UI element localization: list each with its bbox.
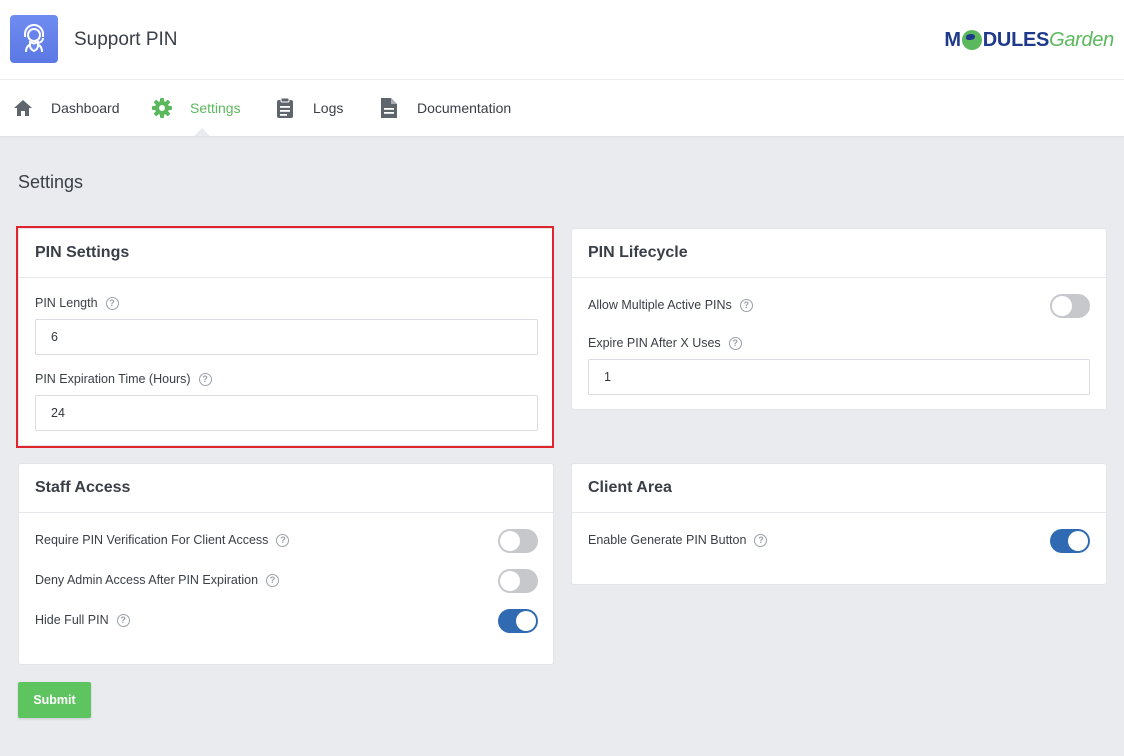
pin-lifecycle-title: PIN Lifecycle: [572, 229, 1106, 278]
document-icon: [378, 97, 400, 119]
help-icon[interactable]: ?: [266, 573, 280, 587]
app-logo: [10, 15, 58, 63]
require-pin-toggle[interactable]: [498, 529, 538, 553]
help-icon[interactable]: ?: [754, 533, 768, 547]
allow-multiple-label: Allow Multiple Active PINs ?: [588, 298, 753, 312]
clipboard-icon: [274, 97, 296, 119]
deny-admin-label: Deny Admin Access After PIN Expiration ?: [35, 573, 280, 587]
staff-access-title: Staff Access: [19, 464, 553, 513]
help-icon[interactable]: ?: [116, 613, 130, 627]
nav-documentation[interactable]: Documentation: [378, 80, 511, 136]
require-pin-label: Require PIN Verification For Client Acce…: [35, 533, 290, 547]
allow-multiple-toggle[interactable]: [1050, 294, 1090, 318]
nav-dashboard-label: Dashboard: [51, 100, 120, 116]
help-icon[interactable]: ?: [198, 372, 212, 386]
modulesgarden-logo: M DULES Garden: [944, 28, 1114, 51]
generate-pin-toggle[interactable]: [1050, 529, 1090, 553]
active-tab-indicator: [194, 128, 210, 136]
top-bar: Support PIN M DULES Garden: [0, 0, 1124, 80]
pin-length-label: PIN Length ?: [35, 296, 119, 310]
submit-button[interactable]: Submit: [18, 682, 91, 718]
pin-lifecycle-card: PIN Lifecycle Allow Multiple Active PINs…: [571, 228, 1107, 410]
nav-settings-label: Settings: [190, 100, 241, 116]
staff-access-card: Staff Access Require PIN Verification Fo…: [18, 463, 554, 665]
hide-full-pin-toggle[interactable]: [498, 609, 538, 633]
pin-settings-title: PIN Settings: [19, 229, 553, 278]
help-icon[interactable]: ?: [105, 296, 119, 310]
pin-length-input[interactable]: [35, 319, 538, 355]
help-icon[interactable]: ?: [739, 298, 753, 312]
expire-uses-label: Expire PIN After X Uses ?: [588, 336, 742, 350]
client-area-title: Client Area: [572, 464, 1106, 513]
pin-settings-card: PIN Settings PIN Length ? PIN Expiration…: [18, 228, 554, 446]
nav-logs-label: Logs: [313, 100, 344, 116]
help-icon[interactable]: ?: [728, 336, 742, 350]
nav-logs[interactable]: Logs: [274, 80, 343, 136]
app-title: Support PIN: [74, 29, 178, 50]
nav-documentation-label: Documentation: [417, 100, 512, 116]
expire-uses-input[interactable]: [588, 359, 1090, 395]
pin-expiration-label: PIN Expiration Time (Hours) ?: [35, 372, 212, 386]
client-area-card: Client Area Enable Generate PIN Button ?: [571, 463, 1107, 585]
page-title: Settings: [18, 172, 84, 192]
headset-shield-icon: [24, 24, 44, 53]
deny-admin-toggle[interactable]: [498, 569, 538, 593]
main-nav: Dashboard Settings Logs Documentation: [0, 80, 1124, 136]
generate-pin-label: Enable Generate PIN Button ?: [588, 533, 768, 547]
pin-expiration-input[interactable]: [35, 395, 538, 431]
globe-icon: [961, 30, 982, 50]
nav-dashboard[interactable]: Dashboard: [12, 80, 120, 136]
help-icon[interactable]: ?: [276, 533, 290, 547]
home-icon: [12, 97, 34, 119]
gear-icon: [151, 97, 173, 119]
hide-full-pin-label: Hide Full PIN ?: [35, 613, 130, 627]
